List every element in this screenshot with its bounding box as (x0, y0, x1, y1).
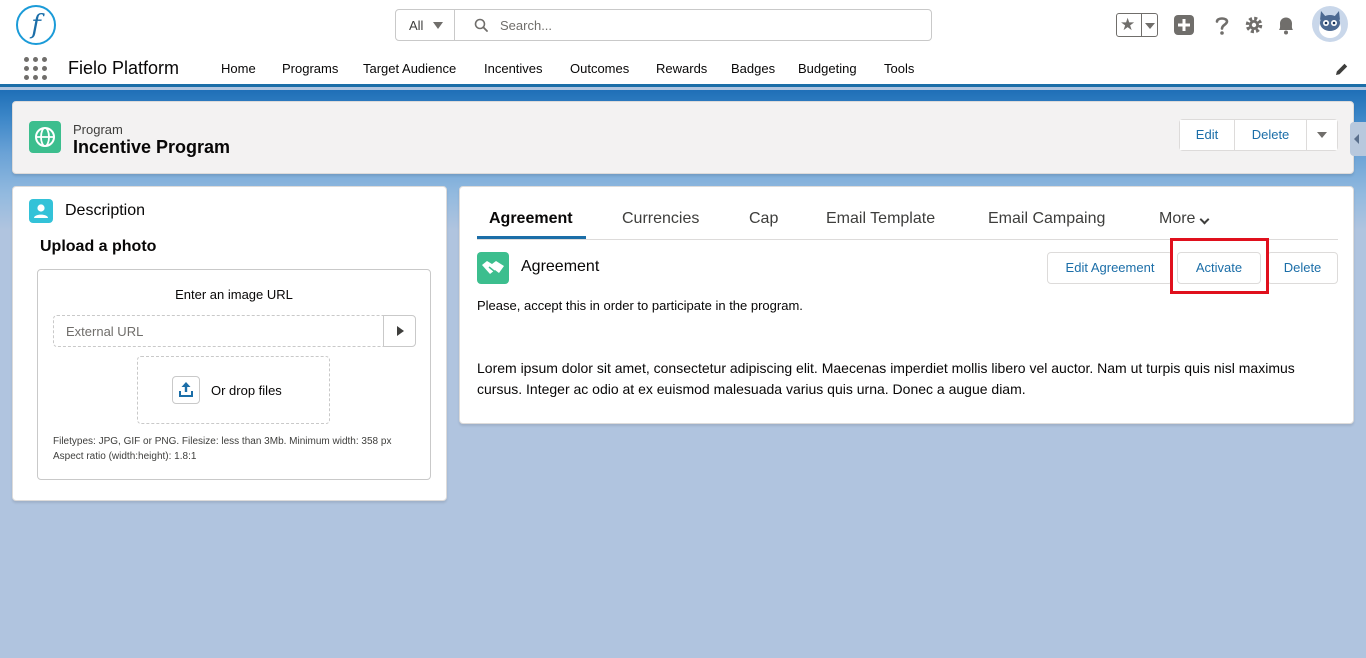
plus-icon[interactable] (1173, 14, 1195, 36)
chevron-down-icon (433, 22, 443, 29)
section-title: Agreement (521, 258, 600, 275)
record-header: Program Incentive Program Edit Delete (12, 101, 1354, 174)
favorites-button[interactable]: ★ (1116, 13, 1158, 37)
tab-email-template[interactable]: Email Template (826, 210, 935, 228)
upload-help-text: Filetypes: JPG, GIF or PNG. Filesize: le… (53, 434, 423, 464)
active-tab-indicator (477, 236, 586, 239)
upload-box: Enter an image URL Or drop files Filetyp… (37, 269, 431, 480)
upload-help-line: Filetypes: JPG, GIF or PNG. Filesize: le… (53, 436, 392, 447)
record-object-label: Program (73, 122, 123, 137)
chevron-left-icon (1354, 134, 1359, 144)
more-actions-button[interactable] (1307, 120, 1337, 150)
activate-highlight-box (1170, 238, 1269, 294)
nav-item-incentives[interactable]: Incentives (484, 61, 543, 76)
tab-email-campaing[interactable]: Email Campaing (988, 210, 1105, 228)
record-actions: Edit Delete (1179, 119, 1338, 151)
app-nav-bar: Fielo Platform Home Programs Target Audi… (0, 50, 1366, 87)
chevron-down-icon (1199, 214, 1210, 225)
contact-icon (29, 199, 53, 223)
tab-bar: Agreement Currencies Cap Email Template … (477, 199, 1338, 240)
nav-item-target-audience[interactable]: Target Audience (363, 61, 456, 76)
description-card: Description Upload a photo Enter an imag… (12, 186, 447, 501)
url-label: Enter an image URL (175, 287, 293, 302)
favorites-divider (1141, 14, 1142, 36)
card-title: Description (65, 202, 146, 219)
app-name: Fielo Platform (68, 58, 180, 78)
upload-title: Upload a photo (40, 238, 157, 255)
search-input[interactable] (500, 11, 920, 39)
tab-cap[interactable]: Cap (749, 210, 778, 228)
nav-item-programs[interactable]: Programs (282, 61, 338, 76)
file-drop-zone[interactable]: Or drop files (137, 356, 330, 424)
nav-item-badges[interactable]: Badges (731, 61, 775, 76)
upload-icon (179, 382, 193, 397)
agreement-body: Lorem ipsum dolor sit amet, consectetur … (477, 360, 1295, 397)
search-scope-label: All (409, 18, 424, 33)
url-submit-button[interactable] (383, 315, 416, 347)
agreement-card: Agreement Currencies Cap Email Template … (459, 186, 1354, 424)
delete-button[interactable]: Delete (1235, 120, 1306, 150)
nav-item-rewards[interactable]: Rewards (656, 61, 707, 76)
search-icon (474, 18, 488, 32)
tab-currencies[interactable]: Currencies (622, 210, 699, 228)
bell-icon[interactable] (1275, 14, 1297, 36)
nav-item-home[interactable]: Home (221, 61, 256, 76)
nav-item-tools[interactable]: Tools (884, 61, 914, 76)
help-icon[interactable] (1211, 14, 1233, 36)
nav-item-outcomes[interactable]: Outcomes (570, 61, 629, 76)
nav-item-budgeting[interactable]: Budgeting (798, 61, 857, 76)
avatar-icon[interactable] (1312, 6, 1348, 42)
delete-agreement-button[interactable]: Delete (1267, 252, 1338, 284)
page-title: Incentive Program (73, 137, 231, 157)
play-icon (397, 326, 404, 336)
edit-button[interactable]: Edit (1180, 120, 1234, 150)
pencil-icon[interactable] (1334, 61, 1350, 77)
app-launcher-icon[interactable] (24, 57, 48, 81)
external-url-input[interactable] (53, 315, 385, 347)
fielo-logo[interactable]: f (16, 5, 56, 45)
logo-letter: f (31, 10, 41, 40)
edit-agreement-button[interactable]: Edit Agreement (1047, 252, 1173, 284)
utility-panel-toggle[interactable] (1350, 122, 1366, 156)
favorites-menu-chevron-icon[interactable] (1145, 23, 1155, 29)
handshake-icon (477, 252, 509, 284)
global-header: f All ★ (0, 0, 1366, 50)
tab-agreement[interactable]: Agreement (489, 210, 573, 228)
search-scope-dropdown[interactable]: All (396, 10, 455, 40)
agreement-instruction: Please, accept this in order to particip… (477, 298, 803, 313)
globe-icon (29, 121, 61, 153)
drop-files-label: Or drop files (211, 383, 282, 398)
tab-more[interactable]: More (1159, 210, 1195, 228)
chevron-down-icon (1317, 132, 1327, 138)
star-icon: ★ (1120, 15, 1136, 34)
upload-button[interactable] (172, 376, 200, 404)
global-search: All (395, 9, 932, 41)
upload-help-line: Aspect ratio (width:height): 1.8:1 (53, 451, 197, 462)
gear-icon[interactable] (1243, 14, 1265, 36)
